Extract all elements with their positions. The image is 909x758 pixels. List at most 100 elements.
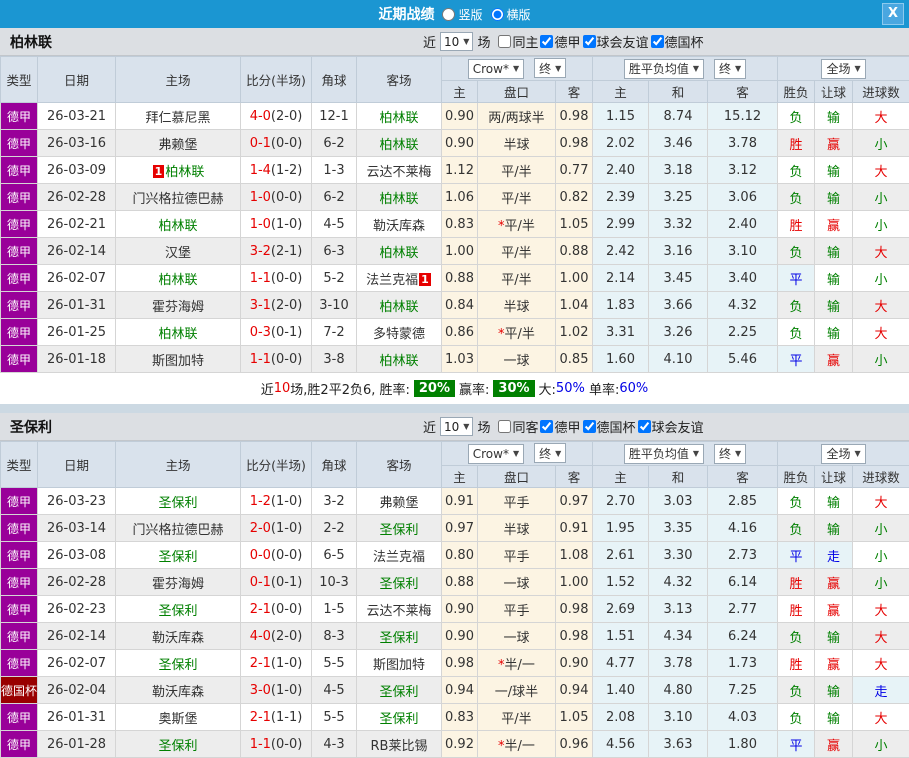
games-count-select[interactable]: 10▼ (440, 417, 473, 436)
col-header-score: 比分(半场) (241, 442, 312, 488)
handicap-result-cell: 输 (815, 515, 853, 542)
result-cell: 负 (778, 292, 815, 319)
chevron-down-icon: ▼ (555, 449, 561, 458)
result-cell: 负 (778, 103, 815, 130)
avg-select[interactable]: 胜平负均值▼ (624, 444, 704, 464)
result-cell: 平 (778, 731, 815, 758)
handicap-cell: 平手 (478, 596, 556, 623)
avg-stage-select[interactable]: 终▼ (714, 59, 746, 79)
league-filter-checkbox[interactable] (540, 35, 553, 48)
league-filter-checkbox[interactable] (583, 35, 596, 48)
away-team-cell: 圣保利 (357, 515, 442, 542)
score-cell: 1-0(1-0) (241, 211, 312, 238)
same-side-filter[interactable]: 同主 (496, 32, 538, 51)
home-team-name: 柏林联 (165, 165, 204, 180)
handicap-cell: 两/两球半 (478, 103, 556, 130)
full-score: 1-0 (250, 190, 271, 205)
score-cell: 1-1(0-0) (241, 265, 312, 292)
league-filter-checkbox[interactable] (651, 35, 664, 48)
avg-select[interactable]: 胜平负均值▼ (624, 59, 704, 79)
league-filter-label: 德国杯 (597, 417, 636, 436)
league-filter[interactable]: 球会友谊 (581, 32, 649, 51)
away-team-cell: 柏林联 (357, 238, 442, 265)
bookmaker-stage-select[interactable]: 终▼ (534, 443, 566, 463)
half-score: (1-0) (271, 683, 302, 698)
handicap-result-cell: 输 (815, 488, 853, 515)
home-win-odds-cell: 1.95 (593, 515, 649, 542)
same-side-checkbox[interactable] (498, 420, 511, 433)
scope-select[interactable]: 全场▼ (821, 444, 865, 464)
handicap-cell: 半球 (478, 130, 556, 157)
bookmaker-stage-select[interactable]: 终▼ (534, 58, 566, 78)
league-filter[interactable]: 球会友谊 (636, 417, 704, 436)
handicap-cell: 一球 (478, 623, 556, 650)
home-team-name: 门兴格拉德巴赫 (132, 523, 223, 538)
league-filter[interactable]: 德甲 (538, 417, 580, 436)
type-cell: 德甲 (1, 103, 38, 130)
col-header-home: 主场 (116, 442, 241, 488)
full-score: 3-1 (250, 298, 271, 313)
filter-controls-1: 近 10▼ 场 同主 德甲球会友谊德国杯 (423, 28, 704, 55)
home-team-name: 柏林联 (158, 327, 197, 342)
away-win-odds-cell: 2.85 (708, 488, 778, 515)
league-filter-label: 德甲 (554, 417, 580, 436)
type-cell: 德甲 (1, 238, 38, 265)
away-win-odds-cell: 3.78 (708, 130, 778, 157)
away-handicap-odds-cell: 0.82 (556, 184, 593, 211)
handicap-result-cell: 赢 (815, 211, 853, 238)
same-side-label: 同客 (512, 417, 538, 436)
handicap-result-cell: 输 (815, 677, 853, 704)
league-filter-checkbox[interactable] (638, 420, 651, 433)
single-rate-value: 60% (619, 381, 648, 396)
scope-select[interactable]: 全场▼ (821, 59, 865, 79)
win-rate-badge: 20% (414, 380, 455, 397)
vertical-radio[interactable] (442, 8, 455, 21)
league-filter[interactable]: 德甲 (538, 32, 580, 51)
col-header-type: 类型 (1, 57, 38, 103)
sub-header-away-odds: 客 (556, 81, 593, 103)
away-handicap-odds-cell: 1.00 (556, 265, 593, 292)
league-filter[interactable]: 德国杯 (581, 417, 636, 436)
away-win-odds-cell: 1.80 (708, 731, 778, 758)
close-icon[interactable]: X (882, 3, 904, 25)
layout-option-horizontal[interactable]: 横版 (491, 6, 531, 23)
bookmaker-select[interactable]: Crow*▼ (468, 59, 524, 79)
half-score: (0-0) (271, 602, 302, 617)
handicap-result-cell: 赢 (815, 569, 853, 596)
date-cell: 26-02-07 (38, 265, 116, 292)
away-team-name: 圣保利 (379, 523, 418, 538)
home-win-odds-cell: 1.83 (593, 292, 649, 319)
same-side-checkbox[interactable] (498, 35, 511, 48)
league-filter-label: 德甲 (554, 32, 580, 51)
home-team-name: 圣保利 (158, 658, 197, 673)
away-team-cell: 斯图加特 (357, 650, 442, 677)
home-team-cell: 圣保利 (116, 596, 241, 623)
handicap-cell: 平/半 (478, 238, 556, 265)
horizontal-radio[interactable] (491, 8, 504, 21)
league-filter-checkbox[interactable] (583, 420, 596, 433)
same-side-filter[interactable]: 同客 (496, 417, 538, 436)
sub-header-home-odds: 主 (442, 81, 478, 103)
draw-odds-cell: 3.66 (649, 292, 708, 319)
league-filter[interactable]: 德国杯 (649, 32, 704, 51)
date-cell: 26-03-09 (38, 157, 116, 184)
full-score: 1-0 (250, 217, 271, 232)
type-cell: 德甲 (1, 184, 38, 211)
home-win-odds-cell: 2.39 (593, 184, 649, 211)
full-score: 2-0 (250, 521, 271, 536)
layout-option-vertical[interactable]: 竖版 (442, 6, 482, 23)
away-team-name: 柏林联 (379, 111, 418, 126)
games-count-select[interactable]: 10▼ (440, 32, 473, 51)
full-score: 1-1 (250, 352, 271, 367)
table-row: 德甲26-02-07柏林联1-1(0-0)5-2法兰克福10.88平/半1.00… (1, 265, 909, 292)
sub-header-away-odds: 客 (556, 466, 593, 488)
bookmaker-select[interactable]: Crow*▼ (468, 444, 524, 464)
away-team-cell: 圣保利 (357, 677, 442, 704)
table-row: 德甲26-02-07圣保利2-1(1-0)5-5斯图加特0.98*半/一0.90… (1, 650, 909, 677)
avg-stage-select[interactable]: 终▼ (714, 444, 746, 464)
full-score: 2-1 (250, 602, 271, 617)
full-score: 0-1 (250, 136, 271, 151)
half-score: (2-0) (271, 298, 302, 313)
league-filter-checkbox[interactable] (540, 420, 553, 433)
result-cell: 平 (778, 542, 815, 569)
